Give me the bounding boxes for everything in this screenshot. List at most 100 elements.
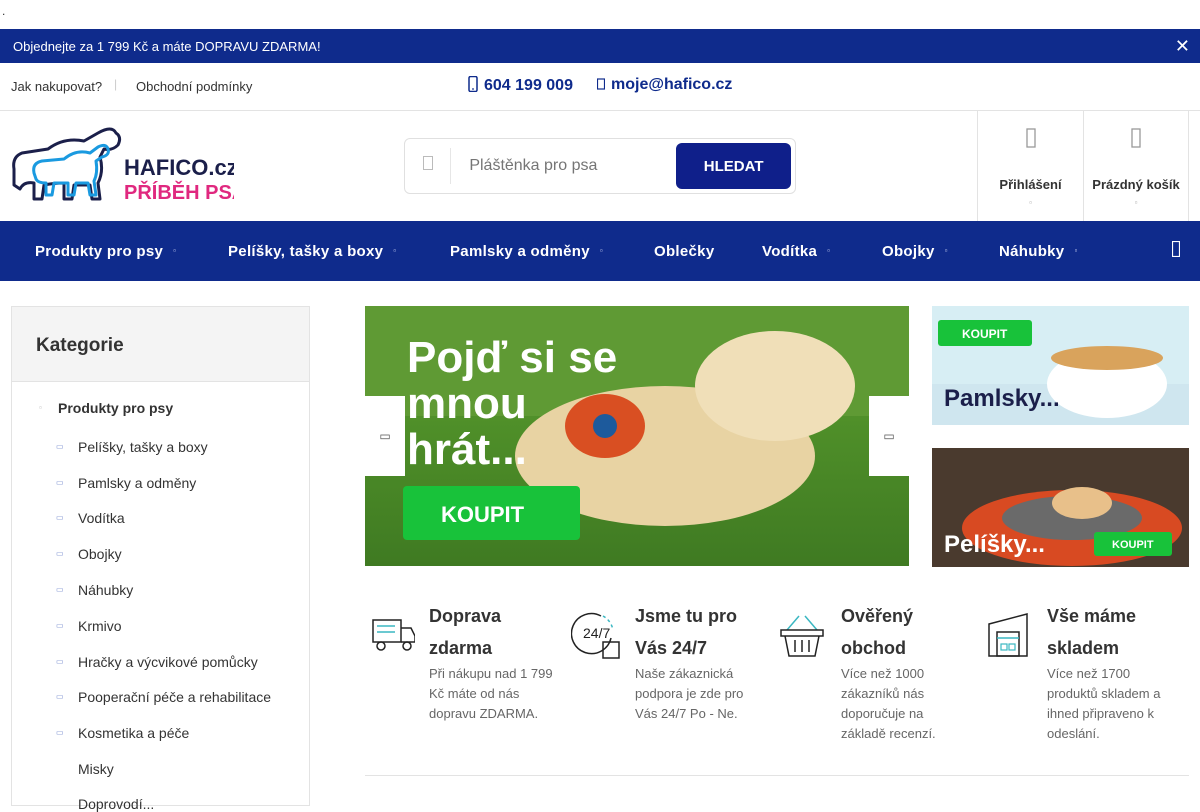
warehouse-icon	[988, 613, 1028, 657]
truck-icon	[372, 619, 415, 651]
separator: |	[114, 77, 118, 91]
dog-logo-icon: HAFICO.cz PŘÍBĚH PSA	[12, 127, 246, 204]
chevron-down-icon: ▫	[827, 246, 831, 255]
nav-item-collars[interactable]: Obojky ▫	[882, 243, 948, 260]
nav-label: Produkty pro psy	[35, 243, 164, 260]
nav-label: Obojky	[882, 243, 935, 260]
nav-search-icon[interactable]	[1171, 240, 1181, 262]
login-sub-icon: ▫	[1029, 198, 1032, 207]
basket-icon	[780, 615, 824, 657]
promo-text: Objednejte za 1 799 Kč a máte DOPRAVU ZD…	[13, 38, 321, 54]
sidebar-item-more[interactable]: Doprovodí...	[78, 796, 154, 812]
bullet-icon: ▭	[56, 478, 64, 487]
sidebar-item-beds[interactable]: Pelíšky, tašky a boxy	[78, 439, 208, 455]
slider-next-arrow-icon[interactable]: ▭	[869, 396, 909, 476]
bullet-icon: ▭	[56, 549, 64, 558]
nav-item-clothes[interactable]: Oblečky	[654, 243, 714, 260]
hero-button: KOUPIT	[441, 502, 525, 527]
hero-slider[interactable]: Pojď si se mnou hrát... KOUPIT ▭ ▭	[365, 306, 909, 566]
chevron-down-icon: ▫	[944, 246, 948, 255]
login-label: Přihlášení	[999, 177, 1062, 192]
slider-prev-arrow-icon[interactable]: ▭	[365, 396, 405, 476]
banner-treats-button: KOUPIT	[962, 327, 1008, 341]
search-input[interactable]	[451, 157, 677, 175]
nav-label: Pamlsky a odměny	[450, 243, 590, 260]
sidebar-item-collars[interactable]: Obojky	[78, 546, 122, 562]
search-icon	[405, 148, 452, 184]
banner-beds-button: KOUPIT	[1112, 539, 1154, 551]
banner-beds-image: KOUPIT Pelíšky...	[932, 448, 1189, 567]
sidebar-root-item[interactable]: Produkty pro psy	[58, 400, 173, 416]
sidebar-item-food[interactable]: Krmivo	[78, 618, 122, 634]
feature-desc: Naše zákaznická podpora je zde pro Vás 2…	[635, 666, 744, 721]
link-how-to-buy[interactable]: Jak nakupovat?	[11, 79, 102, 94]
nav-label: Pelíšky, tašky a boxy	[228, 243, 384, 260]
search-button[interactable]: HLEDAT	[676, 143, 791, 189]
feature-desc: Při nákupu nad 1 799 Kč máte od nás dopr…	[429, 666, 553, 721]
bullet-icon: ▭	[56, 513, 64, 522]
hero-line1: Pojď si se	[407, 333, 617, 382]
cart-sub-icon: ▫	[1134, 198, 1138, 207]
chevron-down-icon: ▫	[1074, 246, 1078, 255]
divider	[365, 775, 1189, 776]
search-form: HLEDAT	[404, 138, 796, 194]
bullet-icon: ▫	[39, 403, 42, 412]
phone-icon	[468, 75, 478, 95]
cart-icon	[1084, 127, 1188, 157]
feature-title: Ověřený obchod	[841, 606, 914, 658]
stray-dot: .	[2, 4, 6, 18]
nav-item-beds[interactable]: Pelíšky, tašky a boxy ▫	[228, 243, 396, 260]
feature-title: Vše máme skladem	[1047, 606, 1137, 658]
cart-box[interactable]: Prázdný košík ▫	[1083, 111, 1189, 221]
hero-line3: hrát...	[407, 425, 527, 474]
feature-desc: Více než 1000 zákazníků nás doporučuje n…	[841, 666, 936, 741]
svg-text:24/7: 24/7	[583, 625, 610, 641]
main-nav: Produkty pro psy ▫ Pelíšky, tašky a boxy ▫…	[0, 221, 1200, 281]
cart-label: Prázdný košík	[1092, 177, 1180, 192]
email-address: moje@hafico.cz	[611, 76, 733, 93]
login-box[interactable]: Přihlášení ▫	[977, 111, 1083, 221]
sidebar-title: Kategorie	[12, 307, 309, 382]
banner-treats[interactable]: KOUPIT Pamlsky...	[932, 306, 1189, 425]
nav-item-leashes[interactable]: Vodítka ▫	[762, 243, 830, 260]
bullet-icon: ▭	[56, 692, 64, 701]
phone-number: 604 199 009	[484, 76, 573, 94]
clock-24-icon: 24/7	[571, 612, 620, 659]
link-terms[interactable]: Obchodní podmínky	[136, 79, 252, 94]
top-bar: Jak nakupovat? | Obchodní podmínky 604 1…	[0, 63, 1200, 111]
logo-text-bottom: PŘÍBĚH PSA	[124, 180, 234, 203]
feature-title: Jsme tu pro Vás 24/7	[635, 606, 738, 658]
bullet-icon: ▭	[56, 442, 64, 451]
banner-treats-title: Pamlsky...	[944, 385, 1060, 412]
close-icon[interactable]: ✕	[1175, 36, 1190, 57]
sidebar-item-treats[interactable]: Pamlsky a odměny	[78, 475, 196, 491]
nav-label: Oblečky	[654, 243, 715, 260]
chevron-down-icon: ▫	[173, 246, 177, 255]
nav-item-muzzles[interactable]: Náhubky ▫	[999, 243, 1078, 260]
hero-image: Pojď si se mnou hrát... KOUPIT	[365, 306, 909, 540]
banner-beds[interactable]: KOUPIT Pelíšky...	[932, 448, 1189, 567]
user-icon	[978, 127, 1083, 157]
chevron-down-icon: ▫	[599, 246, 604, 255]
feature-title: Doprava zdarma	[429, 606, 502, 658]
category-sidebar: Kategorie ▫ Produkty pro psy ▭ Pelíšky, …	[11, 306, 310, 812]
sidebar-item-toys[interactable]: Hračky a výcvikové pomůcky	[78, 654, 258, 670]
sidebar-item-muzzles[interactable]: Náhubky	[78, 582, 133, 598]
email-contact[interactable]: moje@hafico.cz	[596, 76, 733, 94]
logo[interactable]: HAFICO.cz PŘÍBĚH PSA	[12, 127, 246, 204]
bullet-icon: ▭	[56, 585, 64, 594]
phone-contact[interactable]: 604 199 009	[468, 75, 573, 95]
bullet-icon: ▭	[56, 728, 64, 737]
bullet-icon: ▭	[56, 657, 64, 666]
sidebar-item-rehab[interactable]: Pooperační péče a rehabilitace	[78, 689, 271, 705]
nav-item-products[interactable]: Produkty pro psy ▫	[35, 243, 176, 260]
sidebar-item-cosmetics[interactable]: Kosmetika a péče	[78, 725, 189, 741]
header: HAFICO.cz PŘÍBĚH PSA HLEDAT Přihlášení ▫…	[0, 111, 1200, 221]
sidebar-item-leashes[interactable]: Vodítka	[78, 510, 125, 526]
nav-item-treats[interactable]: Pamlsky a odměny ▫	[450, 243, 603, 260]
hero-line2: mnou	[407, 379, 527, 428]
sidebar-item-bowls[interactable]: Misky	[78, 761, 114, 777]
bullet-icon: ▭	[56, 621, 64, 630]
banner-beds-title: Pelíšky...	[944, 531, 1045, 558]
nav-label: Vodítka	[762, 243, 818, 260]
